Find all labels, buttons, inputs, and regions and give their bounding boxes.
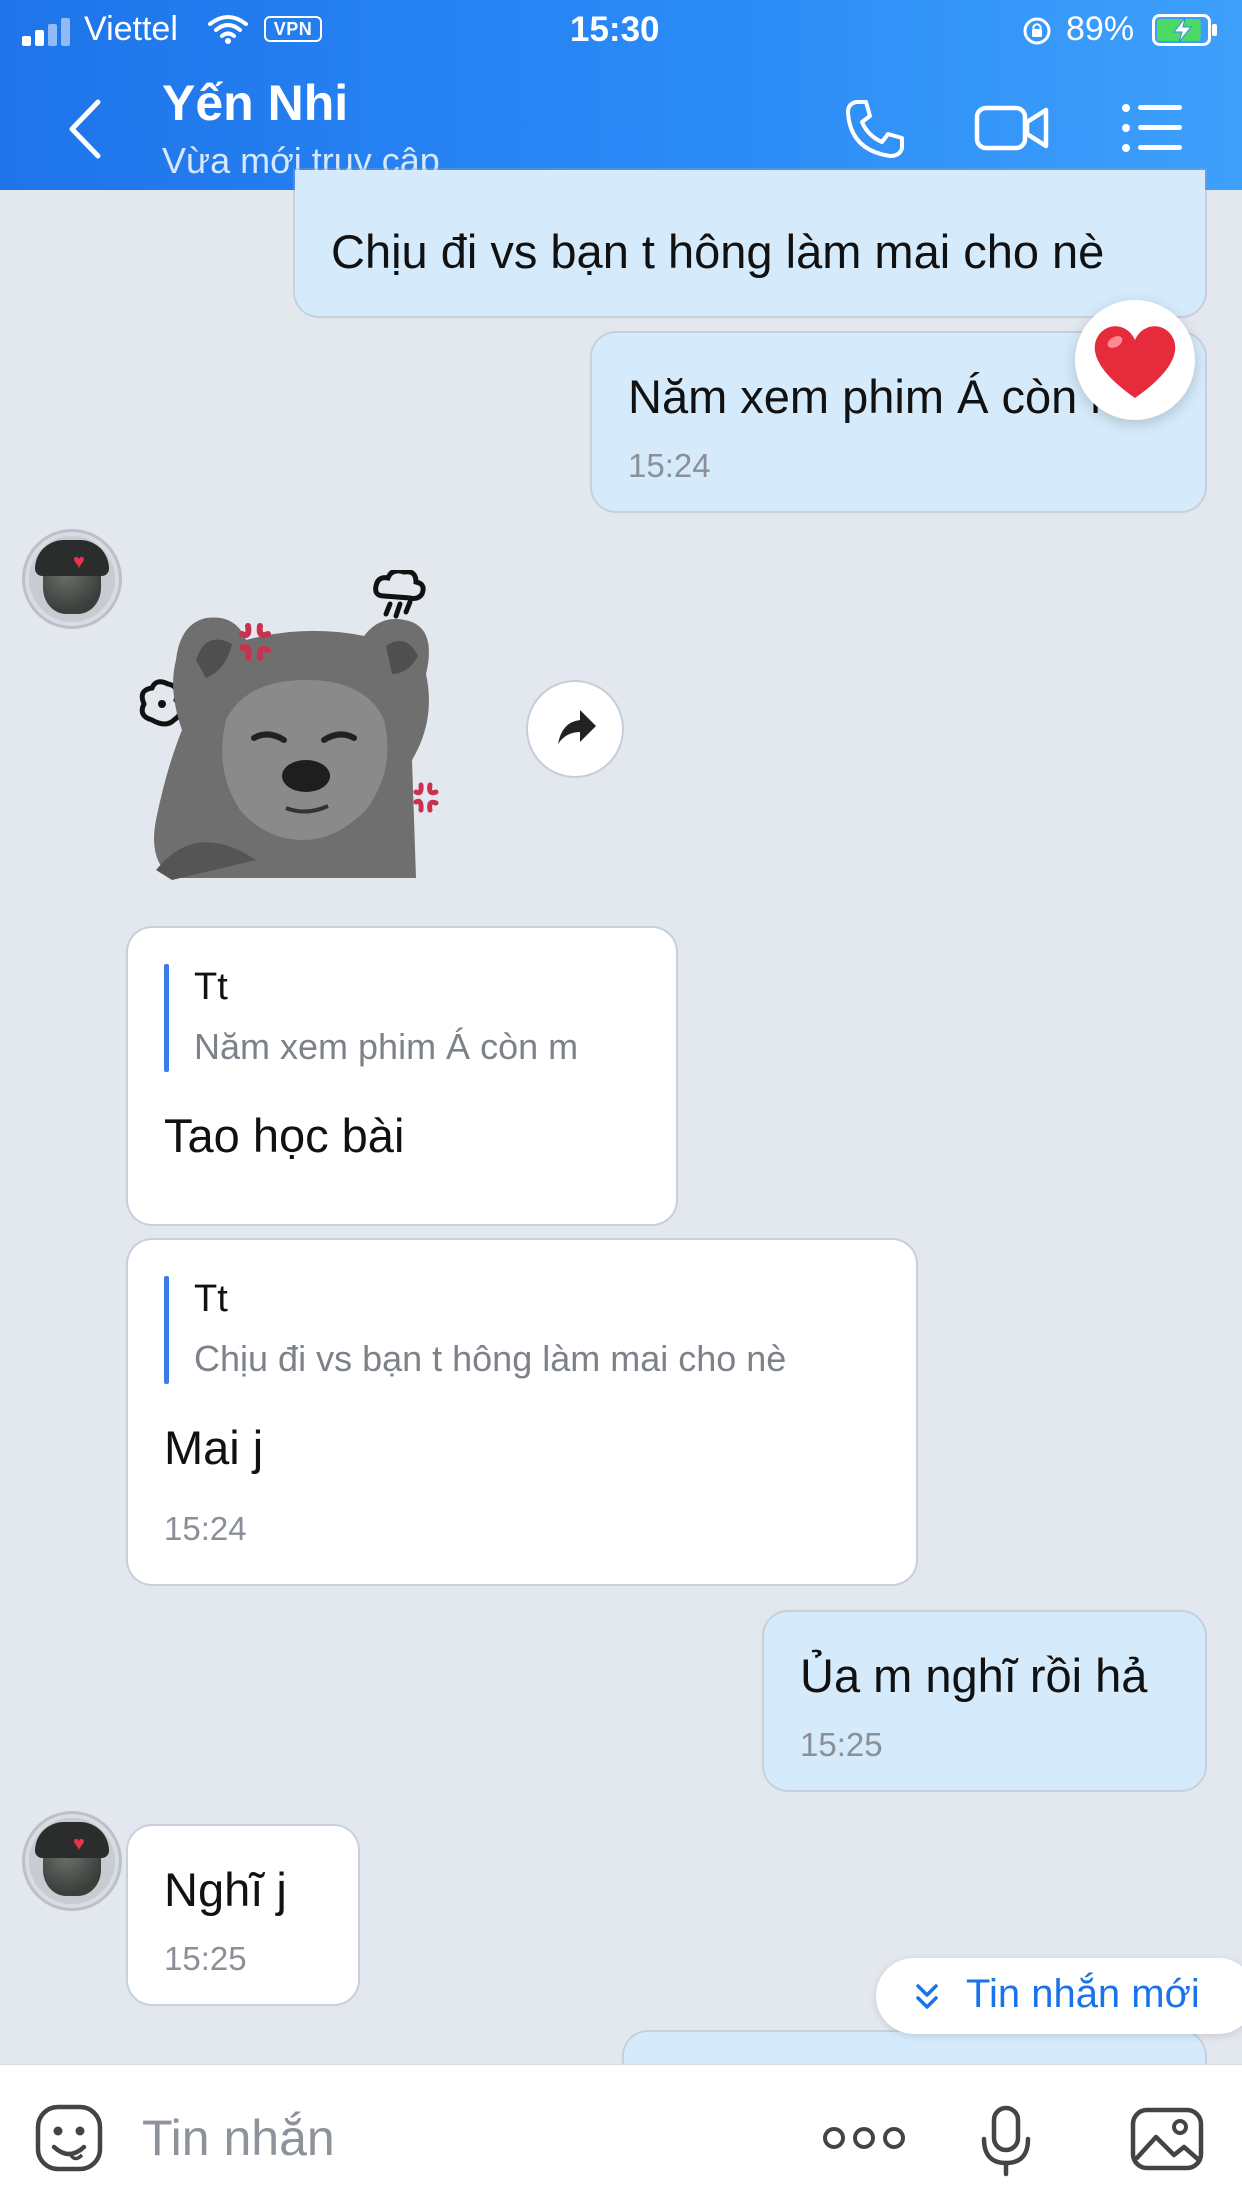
more-options-icon[interactable] <box>822 2125 906 2151</box>
message-bubble-outgoing[interactable]: Chịu đi vs bạn t hông làm mai cho nè <box>295 170 1205 316</box>
chat-header: Viettel VPN 15:30 89% Yến Nhi Vừa mới tr… <box>0 0 1242 190</box>
share-arrow-icon <box>558 710 596 744</box>
message-text: Tao học bài <box>164 1109 405 1162</box>
wifi-icon <box>208 15 248 44</box>
new-messages-label: Tin nhắn mới <box>966 1972 1200 2016</box>
contact-name[interactable]: Yến Nhi <box>162 74 348 132</box>
message-bubble-incoming[interactable]: Tt Năm xem phim Á còn m Tao học bài <box>128 928 676 1224</box>
new-messages-button[interactable]: Tin nhắn mới <box>876 1958 1242 2034</box>
heart-icon: ♥ <box>73 551 85 573</box>
rotation-lock-icon <box>1023 17 1051 45</box>
battery-charging-icon <box>1152 14 1217 46</box>
message-text: Mai j <box>164 1421 264 1474</box>
carrier-label: Viettel <box>84 10 178 48</box>
message-time: 15:25 <box>800 1726 883 1763</box>
video-call-button[interactable] <box>974 100 1050 156</box>
vpn-badge: VPN <box>264 16 322 42</box>
reaction-badge[interactable] <box>1075 300 1195 420</box>
quote-bar <box>164 1276 169 1384</box>
message-text: Chịu đi vs bạn t hông làm mai cho nè <box>331 225 1105 278</box>
microphone-icon[interactable] <box>980 2105 1032 2177</box>
message-composer: Tin nhắn <box>0 2064 1242 2208</box>
quote-author: Tt <box>194 966 228 1008</box>
phone-call-button[interactable] <box>842 96 908 162</box>
message-text: Ủa m nghĩ rồi hả <box>800 1649 1148 1702</box>
heart-icon <box>1094 326 1176 398</box>
back-button[interactable] <box>62 94 110 164</box>
quote-text: Chịu đi vs bạn t hông làm mai cho nè <box>194 1338 787 1379</box>
quote-author: Tt <box>194 1278 228 1320</box>
message-time: 15:24 <box>628 447 711 484</box>
battery-percent: 89% <box>1066 10 1135 48</box>
avatar[interactable]: ♥ <box>25 1814 119 1908</box>
avatar[interactable]: ♥ <box>25 532 119 626</box>
heart-icon: ♥ <box>73 1833 85 1855</box>
message-bubble-incoming[interactable]: Tt Chịu đi vs bạn t hông làm mai cho nè … <box>128 1240 916 1584</box>
share-button[interactable] <box>528 682 622 776</box>
image-gallery-icon[interactable] <box>1130 2107 1204 2171</box>
message-bubble-incoming[interactable]: Nghĩ j 15:25 <box>128 1826 358 2004</box>
message-text: Năm xem phim Á còn m <box>628 370 1130 423</box>
clock: 15:30 <box>570 10 660 49</box>
quote-text: Năm xem phim Á còn m <box>194 1026 579 1067</box>
quote-bar <box>164 964 169 1072</box>
message-text: Nghĩ j <box>164 1863 287 1916</box>
message-input[interactable]: Tin nhắn <box>142 2109 335 2167</box>
sticker-emoji-button[interactable] <box>34 2103 104 2173</box>
menu-button[interactable] <box>1120 100 1184 156</box>
angry-dog-sticker[interactable] <box>136 570 476 890</box>
message-bubble-outgoing[interactable]: Ủa m nghĩ rồi hả 15:25 <box>764 1612 1205 1790</box>
double-chevron-down-icon <box>916 1984 938 2009</box>
signal-icon <box>22 16 72 46</box>
status-bar: Viettel VPN 15:30 89% <box>0 0 1242 62</box>
message-time: 15:25 <box>164 1940 247 1977</box>
message-time: 15:24 <box>164 1510 247 1547</box>
